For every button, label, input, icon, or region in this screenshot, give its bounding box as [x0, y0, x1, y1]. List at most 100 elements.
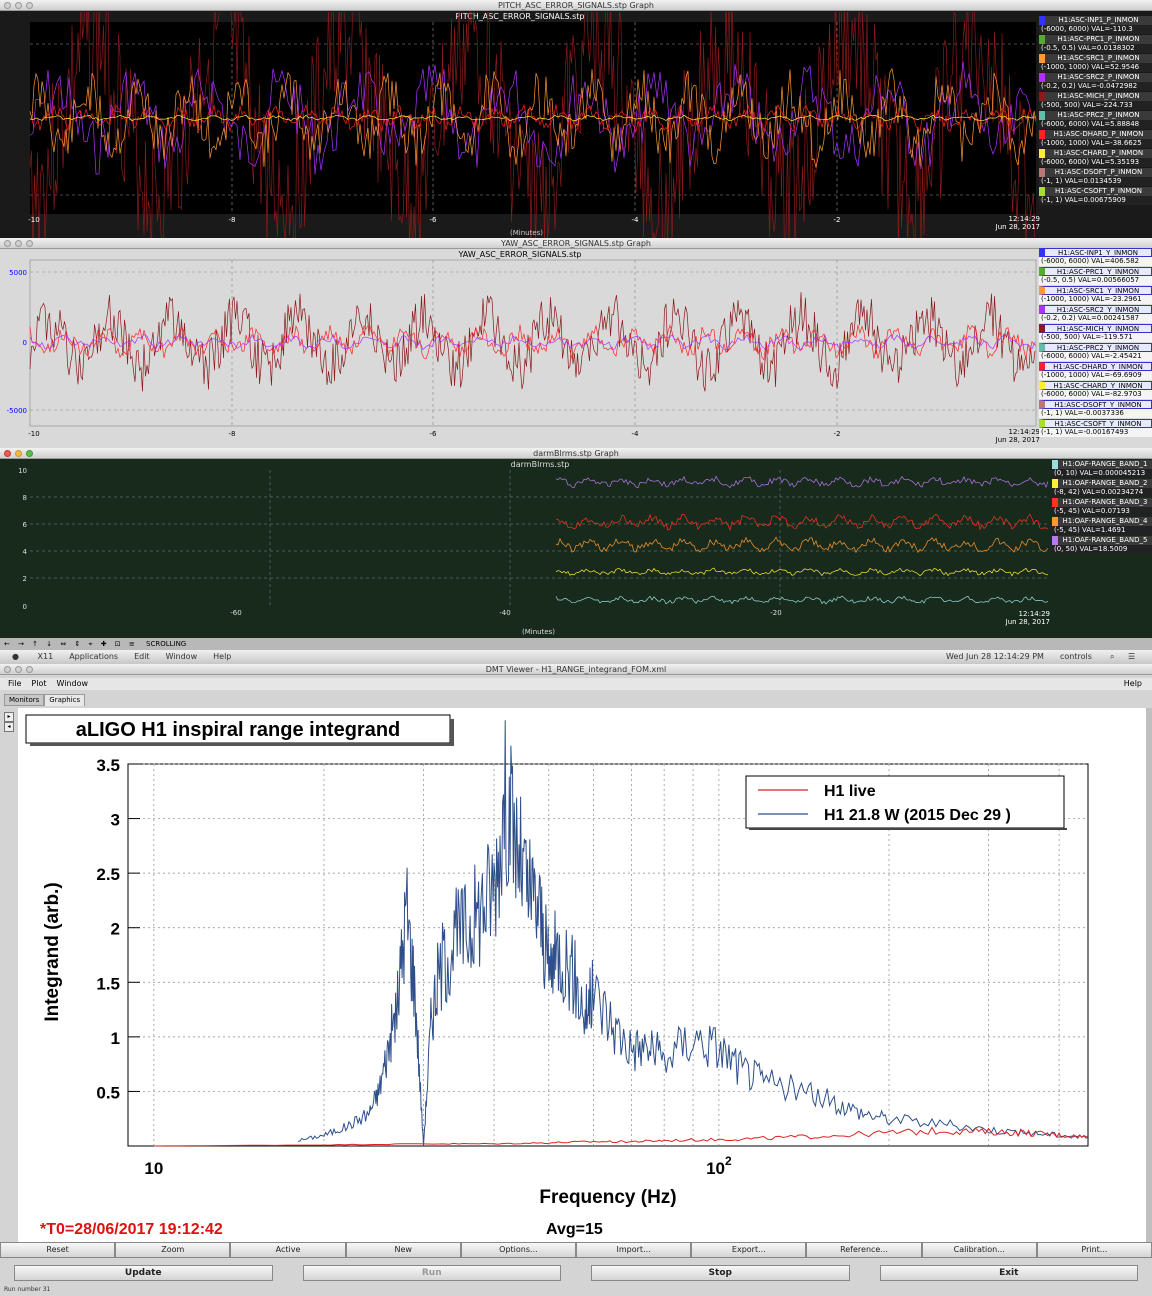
dmt-tabs: Monitors Graphics	[4, 694, 86, 706]
mac-menu-item[interactable]: Window	[166, 652, 198, 661]
search-icon[interactable]: ⌕	[1110, 650, 1114, 664]
button-update[interactable]: Update	[14, 1265, 273, 1281]
legend-item[interactable]: H1:ASC-CHARD_P_INMON (-6000, 6000) VAL=5.…	[1039, 149, 1152, 168]
button-active[interactable]: Active	[230, 1242, 346, 1258]
tab-graphics[interactable]: Graphics	[44, 694, 86, 706]
close-icon[interactable]	[4, 240, 11, 247]
legend-item[interactable]: H1:ASC-SRC1_Y_INMON (-1000, 1000) VAL=-23…	[1039, 286, 1152, 305]
legend-item[interactable]: H1:OAF-RANGE_BAND_2 (-8, 42) VAL=0.002342…	[1052, 479, 1152, 498]
close-icon[interactable]	[4, 2, 11, 9]
legend-item[interactable]: H1:ASC-PRC2_P_INMON (-6000, 6000) VAL=5.8…	[1039, 111, 1152, 130]
minimize-icon[interactable]	[15, 450, 22, 457]
legend-channel-name: H1:ASC-PRC1_Y_INMON	[1039, 267, 1152, 276]
button-new[interactable]: New	[345, 1242, 461, 1258]
dmt-menubar: File Plot Window Help	[0, 678, 1152, 690]
y-tick-label: 0.5	[96, 1083, 120, 1102]
mac-menu-item[interactable]: Help	[213, 652, 231, 661]
button-calibration[interactable]: Calibration...	[921, 1242, 1037, 1258]
mac-menu-item[interactable]: Edit	[134, 652, 150, 661]
button-exit[interactable]: Exit	[879, 1265, 1138, 1281]
legend-item[interactable]: H1:ASC-SRC2_Y_INMON (-0.2, 0.2) VAL=0.002…	[1039, 305, 1152, 324]
legend-channel-value: (-1, 1) VAL=-0.00167493	[1039, 428, 1152, 437]
apple-icon[interactable]: ●	[12, 652, 19, 661]
legend-item[interactable]: H1:ASC-MICH_Y_INMON (-500, 500) VAL=-119.…	[1039, 324, 1152, 343]
legend-item[interactable]: H1:ASC-INP1_P_INMON (-6000, 6000) VAL=-11…	[1039, 16, 1152, 35]
legend-item[interactable]: H1:ASC-CHARD_Y_INMON (-6000, 6000) VAL=-8…	[1039, 381, 1152, 400]
button-print[interactable]: Print...	[1036, 1242, 1152, 1258]
button-zoom[interactable]: Zoom	[115, 1242, 231, 1258]
legend-item[interactable]: H1:ASC-INP1_Y_INMON (-6000, 6000) VAL=406…	[1039, 248, 1152, 267]
legend-item[interactable]: H1:ASC-SRC2_P_INMON (-0.2, 0.2) VAL=-0.04…	[1039, 73, 1152, 92]
legend-item[interactable]: H1:OAF-RANGE_BAND_1 (0, 10) VAL=0.0000452…	[1052, 460, 1152, 479]
mac-menu-item[interactable]: X11	[38, 652, 54, 661]
legend-item[interactable]: H1:ASC-DSOFT_P_INMON (-1, 1) VAL=0.013453…	[1039, 168, 1152, 187]
button-options[interactable]: Options...	[460, 1242, 577, 1258]
legend-item[interactable]: H1:ASC-PRC1_P_INMON (-0.5, 0.5) VAL=0.013…	[1039, 35, 1152, 54]
close-icon[interactable]	[4, 450, 11, 457]
legend-item[interactable]: H1:OAF-RANGE_BAND_5 (0, 50) VAL=18.5009	[1052, 536, 1152, 555]
tick-label: 0	[23, 339, 27, 347]
darm-plot[interactable]: 10 8 6 4 2 0 -60 -40 -20	[0, 460, 1060, 640]
legend-item[interactable]: H1:OAF-RANGE_BAND_4 (-5, 45) VAL=1.4691	[1052, 517, 1152, 536]
pitch-plot[interactable]: -10 -8 -6 -4 -2	[0, 12, 1040, 238]
legend-item[interactable]: H1:ASC-DHARD_P_INMON (-1000, 1000) VAL=-3…	[1039, 130, 1152, 149]
darm-titlebar[interactable]: darmBlrms.stp Graph	[0, 448, 1152, 459]
yaw-x-ticks: -10 -8 -6 -4 -2	[28, 430, 840, 438]
legend-item[interactable]: H1:ASC-DHARD_Y_INMON (-1000, 1000) VAL=-6…	[1039, 362, 1152, 381]
legend-item[interactable]: H1:ASC-DSOFT_Y_INMON (-1, 1) VAL=-0.00373…	[1039, 400, 1152, 419]
zoom-icon[interactable]	[26, 2, 33, 9]
window-title: PITCH_ASC_ERROR_SIGNALS.stp Graph	[497, 1, 654, 10]
help-menu[interactable]: Help	[1124, 678, 1142, 690]
zoom-icon[interactable]	[26, 666, 33, 673]
legend-channel-value: (-6000, 6000) VAL=-110.3	[1039, 25, 1152, 34]
legend-item[interactable]: H1:ASC-PRC1_Y_INMON (-0.5, 0.5) VAL=0.005…	[1039, 267, 1152, 286]
zoom-icon[interactable]	[26, 450, 33, 457]
zoom-icon[interactable]	[26, 240, 33, 247]
tick-label: -10	[28, 216, 39, 224]
tick-label: -40	[499, 609, 510, 617]
arrow-down-icon[interactable]: ◂	[4, 722, 14, 732]
range-chart[interactable]: aLIGO H1 inspiral range integrand 0.5 1 1.…	[18, 708, 1146, 1242]
minimize-icon[interactable]	[15, 2, 22, 9]
legend-item[interactable]: H1:ASC-CSOFT_Y_INMON (-1, 1) VAL=-0.00167…	[1039, 419, 1152, 438]
window-controls[interactable]	[4, 2, 33, 9]
minimize-icon[interactable]	[15, 240, 22, 247]
legend-item[interactable]: H1:ASC-SRC1_P_INMON (-1000, 1000) VAL=52.…	[1039, 54, 1152, 73]
nav-arrows-icon[interactable]: ← → ↑ ↓ ⇔ ⇕ ⌖ ✚ ⊡ ≡	[4, 640, 138, 648]
button-run[interactable]: Run	[302, 1265, 561, 1281]
button-export[interactable]: Export...	[691, 1242, 807, 1258]
list-icon[interactable]: ☰	[1128, 650, 1135, 664]
button-stop[interactable]: Stop	[591, 1265, 850, 1281]
tab-monitors[interactable]: Monitors	[4, 694, 45, 706]
mac-menu-item[interactable]: Applications	[69, 652, 118, 661]
legend-item[interactable]: H1:ASC-MICH_P_INMON (-500, 500) VAL=-224.…	[1039, 92, 1152, 111]
close-icon[interactable]	[4, 666, 11, 673]
menu-item[interactable]: Plot	[31, 679, 46, 688]
legend-channel-name: H1:ASC-DSOFT_P_INMON	[1039, 168, 1152, 177]
legend-item[interactable]: H1:ASC-CSOFT_P_INMON (-1, 1) VAL=0.006759…	[1039, 187, 1152, 206]
dmt-titlebar[interactable]: DMT Viewer - H1_RANGE_integrand_FOM.xml	[0, 664, 1152, 675]
legend-item[interactable]: H1:ASC-PRC2_Y_INMON (-6000, 6000) VAL=-2.…	[1039, 343, 1152, 362]
right-scrollbar[interactable]	[1146, 708, 1152, 1242]
x-tick-label: 10	[144, 1159, 163, 1178]
user-name[interactable]: controls	[1060, 650, 1092, 664]
yaw-titlebar[interactable]: YAW_ASC_ERROR_SIGNALS.stp Graph	[0, 238, 1152, 249]
menu-item[interactable]: Window	[56, 679, 88, 688]
minimize-icon[interactable]	[15, 666, 22, 673]
x-axis-label: Frequency (Hz)	[539, 1187, 676, 1208]
legend-item[interactable]: H1:OAF-RANGE_BAND_3 (-5, 45) VAL=0.07193	[1052, 498, 1152, 517]
window-controls[interactable]	[4, 450, 33, 457]
legend-channel-name: H1:ASC-INP1_P_INMON	[1039, 16, 1152, 25]
scrolling-label[interactable]: SCROLLING	[146, 640, 186, 648]
legend-channel-name: H1:ASC-MICH_Y_INMON	[1039, 324, 1152, 333]
menu-item[interactable]: File	[8, 679, 21, 688]
yaw-plot[interactable]: 5000 0 -5000 -10 -8 -6 -4 -2	[0, 250, 1040, 448]
button-reset[interactable]: Reset	[0, 1242, 116, 1258]
window-controls[interactable]	[4, 666, 33, 673]
clock: Wed Jun 28 12:14:29 PM	[946, 652, 1044, 661]
pitch-titlebar[interactable]: PITCH_ASC_ERROR_SIGNALS.stp Graph	[0, 0, 1152, 11]
button-import[interactable]: Import...	[576, 1242, 692, 1258]
button-reference[interactable]: Reference...	[806, 1242, 922, 1258]
window-controls[interactable]	[4, 240, 33, 247]
arrow-up-icon[interactable]: ▸	[4, 712, 14, 722]
